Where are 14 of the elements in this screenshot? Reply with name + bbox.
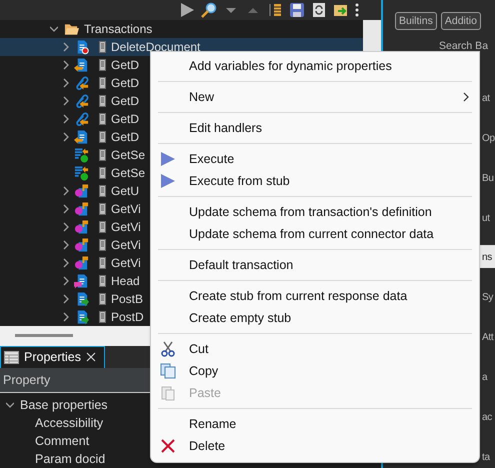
palette-item: Sy [482, 292, 494, 302]
palette-item: Att [482, 332, 494, 342]
property-name: Accessibility [35, 416, 104, 430]
property-name: Comment [35, 434, 90, 448]
palette-item: a [482, 372, 488, 382]
palette-item: ac [482, 412, 492, 422]
section-header: ns [482, 252, 492, 262]
palette-item: Bu [482, 172, 494, 184]
palette-item: at [482, 92, 490, 104]
palette-item: Op [482, 132, 495, 144]
palette-item: ut [482, 212, 490, 224]
palette-item: ta [482, 452, 490, 462]
property-name: Param docid [35, 452, 106, 466]
search-label: Search Ba [439, 40, 488, 52]
